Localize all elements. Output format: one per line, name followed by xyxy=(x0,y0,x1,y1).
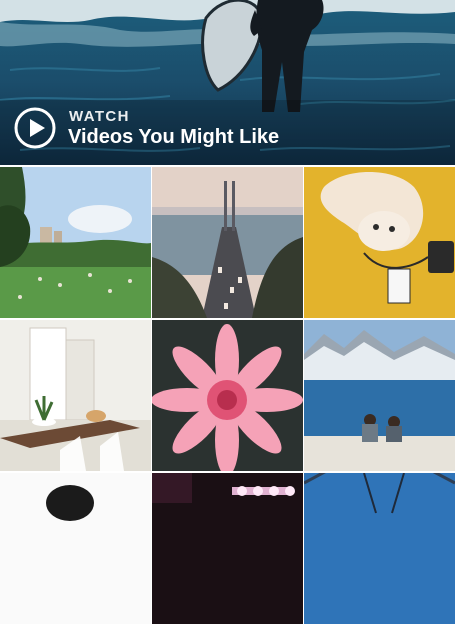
grid-tile-portrait[interactable] xyxy=(0,473,151,624)
play-icon[interactable] xyxy=(14,107,56,149)
explore-photo-grid xyxy=(0,167,455,624)
bridge-traffic-photo xyxy=(152,167,303,318)
watch-title: Videos You Might Like xyxy=(68,126,280,148)
grid-tile-dining-room[interactable] xyxy=(0,320,151,471)
grid-tile-flower[interactable] xyxy=(152,320,303,471)
concert-lights-photo xyxy=(152,473,303,624)
pink-flower-photo xyxy=(152,320,303,471)
grid-tile-bridge[interactable] xyxy=(152,167,303,318)
grid-tile-lake[interactable] xyxy=(304,320,455,471)
watch-hero-banner[interactable]: WATCH Videos You Might Like xyxy=(0,0,455,165)
lake-couple-photo xyxy=(304,320,455,471)
grid-tile-cat[interactable] xyxy=(304,167,455,318)
grid-tile-park[interactable] xyxy=(0,167,151,318)
grid-tile-ferris-wheel[interactable] xyxy=(304,473,455,624)
grid-tile-concert[interactable] xyxy=(152,473,303,624)
ferris-wheel-photo xyxy=(304,473,455,624)
park-photo xyxy=(0,167,151,318)
portrait-photo xyxy=(0,473,151,624)
cat-on-blanket-photo xyxy=(304,167,455,318)
watch-kicker: WATCH xyxy=(69,108,130,125)
dining-room-photo xyxy=(0,320,151,471)
